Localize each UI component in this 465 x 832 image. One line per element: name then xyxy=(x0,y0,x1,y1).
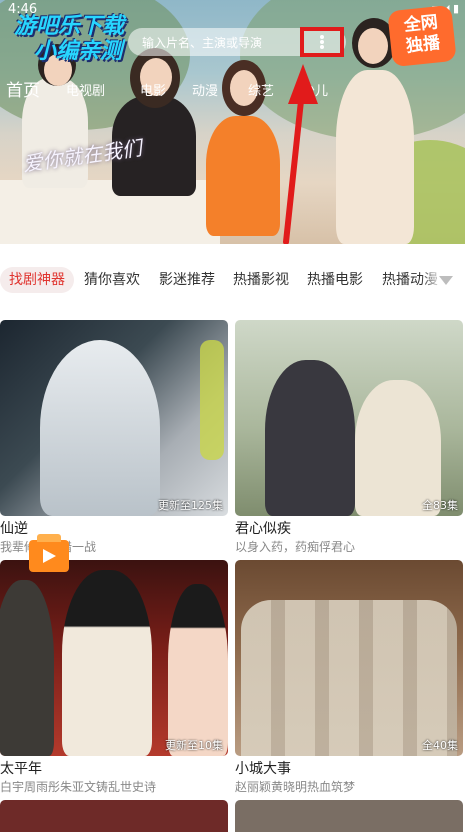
tab-hot-movies[interactable]: 热播电影 xyxy=(307,267,363,293)
episode-count: 更新至125集 xyxy=(158,499,223,512)
episode-count: 全83集 xyxy=(422,499,458,512)
video-thumbnail[interactable]: 更新至10集 xyxy=(0,560,228,756)
video-title: 仙逆 xyxy=(0,521,28,537)
play-floating-icon[interactable] xyxy=(29,534,69,572)
tab-guess-you-like[interactable]: 猜你喜欢 xyxy=(84,267,140,293)
video-thumbnail[interactable]: 更新至125集 xyxy=(0,320,228,516)
video-subtitle: 白宇周雨彤朱亚文铸乱世史诗 xyxy=(0,780,157,794)
thumbnail-figure xyxy=(355,380,441,516)
episode-count: 全40集 xyxy=(422,739,458,752)
thumbnail-figure xyxy=(0,580,54,756)
episode-count: 更新至10集 xyxy=(165,739,223,752)
thumbnail-figure xyxy=(62,570,152,756)
tab-hot-shows[interactable]: 热播影视 xyxy=(233,267,289,293)
video-title: 小城大事 xyxy=(235,761,291,777)
video-thumbnail-partial[interactable] xyxy=(0,800,228,832)
thumbnail-figure xyxy=(265,360,355,516)
thumbnail-glow xyxy=(200,340,224,460)
video-title: 君心似疾 xyxy=(235,521,291,537)
video-subtitle: 赵丽颖黄晓明热血筑梦 xyxy=(235,780,356,794)
hero-banner[interactable]: 爱你就在我们 4:46 ▾ ◢ ▮ 游吧乐下载 小编亲测 输入片名、主演或导演 … xyxy=(0,0,465,244)
video-thumbnail[interactable]: 全83集 xyxy=(235,320,463,516)
annotation-arrow xyxy=(283,64,318,244)
thumbnail-figure xyxy=(40,340,160,516)
thumbnail-figure xyxy=(168,584,228,756)
category-tabs: 找剧神器 猜你喜欢 影迷推荐 热播影视 热播电影 热播动漫 xyxy=(0,262,465,298)
thumbnail-group xyxy=(241,600,457,756)
expand-tabs-icon[interactable] xyxy=(439,276,453,285)
video-subtitle: 以身入药，药痴俘君心 xyxy=(235,540,356,554)
video-title: 太平年 xyxy=(0,761,42,777)
video-thumbnail-partial[interactable] xyxy=(235,800,463,832)
tab-fan-picks[interactable]: 影迷推荐 xyxy=(159,267,215,293)
tab-finder[interactable]: 找剧神器 xyxy=(0,267,74,293)
video-thumbnail[interactable]: 全40集 xyxy=(235,560,463,756)
